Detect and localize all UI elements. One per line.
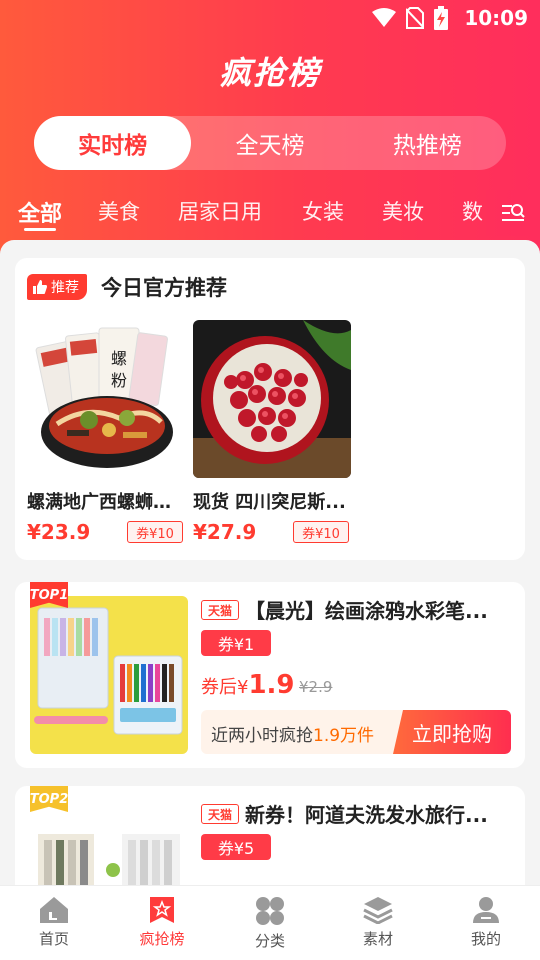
- tab-label: 素材: [362, 930, 393, 948]
- segment-hot[interactable]: 热推榜: [349, 116, 506, 170]
- sales-value: 1.9万件: [313, 726, 375, 746]
- tab-category[interactable]: 分类: [216, 886, 324, 960]
- recommend-item[interactable]: 螺 粉 螺满地广西螺蛳粉... ¥23.9 券¥10: [27, 320, 185, 544]
- coupon-tag: 券¥5: [201, 834, 271, 860]
- product-title: 【晨光】绘画涂鸦水彩笔...: [245, 599, 488, 623]
- svg-text:粉: 粉: [111, 371, 127, 390]
- profile-icon: [473, 897, 499, 923]
- product-title: 新券！阿道夫洗发水旅行...: [245, 803, 488, 827]
- content-area: 推荐 今日官方推荐 螺 粉 螺满地广西螺蛳粉... ¥23.9 券¥10 现货 …: [0, 240, 540, 885]
- tab-rank[interactable]: 疯抢榜: [108, 886, 216, 960]
- recommend-title: 今日官方推荐: [101, 276, 227, 300]
- category-beauty[interactable]: 美妆: [382, 196, 424, 226]
- wifi-icon: [372, 8, 396, 27]
- status-time: 10:09: [464, 6, 528, 30]
- category-food[interactable]: 美食: [98, 196, 140, 226]
- svg-text:螺: 螺: [111, 349, 127, 368]
- recommend-tag: 推荐: [27, 274, 87, 300]
- battery-charging-icon: [434, 6, 448, 30]
- tab-label: 我的: [470, 930, 501, 948]
- product-card-top1[interactable]: TOP1 天猫 【晨光】绘画涂鸦水彩笔... 券¥1 券后¥1.9 ¥2.9 近…: [15, 582, 525, 768]
- tab-profile[interactable]: 我的: [432, 886, 540, 960]
- after-price-value: 1.9: [248, 670, 295, 700]
- tmall-badge: 天猫: [201, 600, 239, 620]
- tmall-badge: 天猫: [201, 804, 239, 824]
- thumbs-up-icon: [33, 280, 47, 294]
- recommend-item-price: ¥27.9: [193, 520, 257, 544]
- segment-allday[interactable]: 全天榜: [191, 116, 348, 170]
- sales-bar: 近两小时疯抢1.9万件 立即抢购: [201, 710, 511, 754]
- tab-label: 首页: [38, 930, 69, 948]
- status-bar: 10:09: [0, 0, 540, 36]
- ranking-segmented-control: 实时榜 全天榜 热推榜: [34, 116, 506, 170]
- material-icon: [363, 897, 393, 924]
- tab-home[interactable]: 首页: [0, 886, 108, 960]
- category-digital[interactable]: 数: [462, 196, 483, 226]
- tab-label: 分类: [254, 932, 285, 950]
- snail-noodle-image: 螺 粉: [27, 320, 185, 478]
- watercolor-pen-image: [30, 596, 188, 754]
- recommend-item-coupon: 券¥10: [293, 521, 349, 543]
- tab-label: 疯抢榜: [139, 930, 185, 948]
- recommend-tag-label: 推荐: [51, 280, 79, 296]
- page-title: 疯抢榜: [218, 54, 321, 92]
- category-search-icon: [502, 204, 525, 221]
- category-women[interactable]: 女装: [302, 196, 344, 226]
- home-icon: [40, 897, 68, 923]
- category-tabs: 全部 美食 居家日用 女装 美妆 数: [0, 190, 540, 236]
- recommend-item-price: ¥23.9: [27, 520, 91, 544]
- official-recommend-card: 推荐 今日官方推荐 螺 粉 螺满地广西螺蛳粉... ¥23.9 券¥10 现货 …: [15, 258, 525, 560]
- sales-prefix: 近两小时疯抢: [211, 726, 313, 746]
- pomegranate-image: [193, 320, 351, 478]
- coupon-tag: 券¥1: [201, 630, 271, 656]
- category-active-indicator: [24, 228, 56, 231]
- buy-now-button[interactable]: 立即抢购: [393, 710, 511, 754]
- after-coupon-price: 券后¥1.9: [201, 670, 295, 700]
- original-price: ¥2.9: [299, 678, 333, 696]
- category-more-button[interactable]: [486, 190, 540, 236]
- recommend-item-coupon: 券¥10: [127, 521, 183, 543]
- tab-material[interactable]: 素材: [324, 886, 432, 960]
- category-home[interactable]: 居家日用: [178, 196, 262, 226]
- category-icon: [256, 897, 284, 925]
- product-card-top2[interactable]: TOP2 天猫 新券！阿道夫洗发水旅行... 券¥5: [15, 786, 525, 885]
- segment-realtime[interactable]: 实时榜: [34, 116, 192, 170]
- recommend-item-name: 现货 四川突尼斯...: [193, 492, 346, 513]
- recommend-item-name: 螺满地广西螺蛳粉...: [27, 492, 185, 513]
- header-background: 10:09 疯抢榜 实时榜 全天榜 热推榜 全部 美食 居家日用 女装 美妆 数: [0, 0, 540, 262]
- no-sim-icon: [406, 7, 424, 29]
- shampoo-image: [30, 800, 188, 885]
- category-all[interactable]: 全部: [18, 196, 62, 228]
- recommend-item[interactable]: 现货 四川突尼斯... ¥27.9 券¥10: [193, 320, 351, 544]
- bottom-tab-bar: 首页 疯抢榜 分类 素材 我的: [0, 885, 540, 960]
- rank-icon: [150, 897, 174, 923]
